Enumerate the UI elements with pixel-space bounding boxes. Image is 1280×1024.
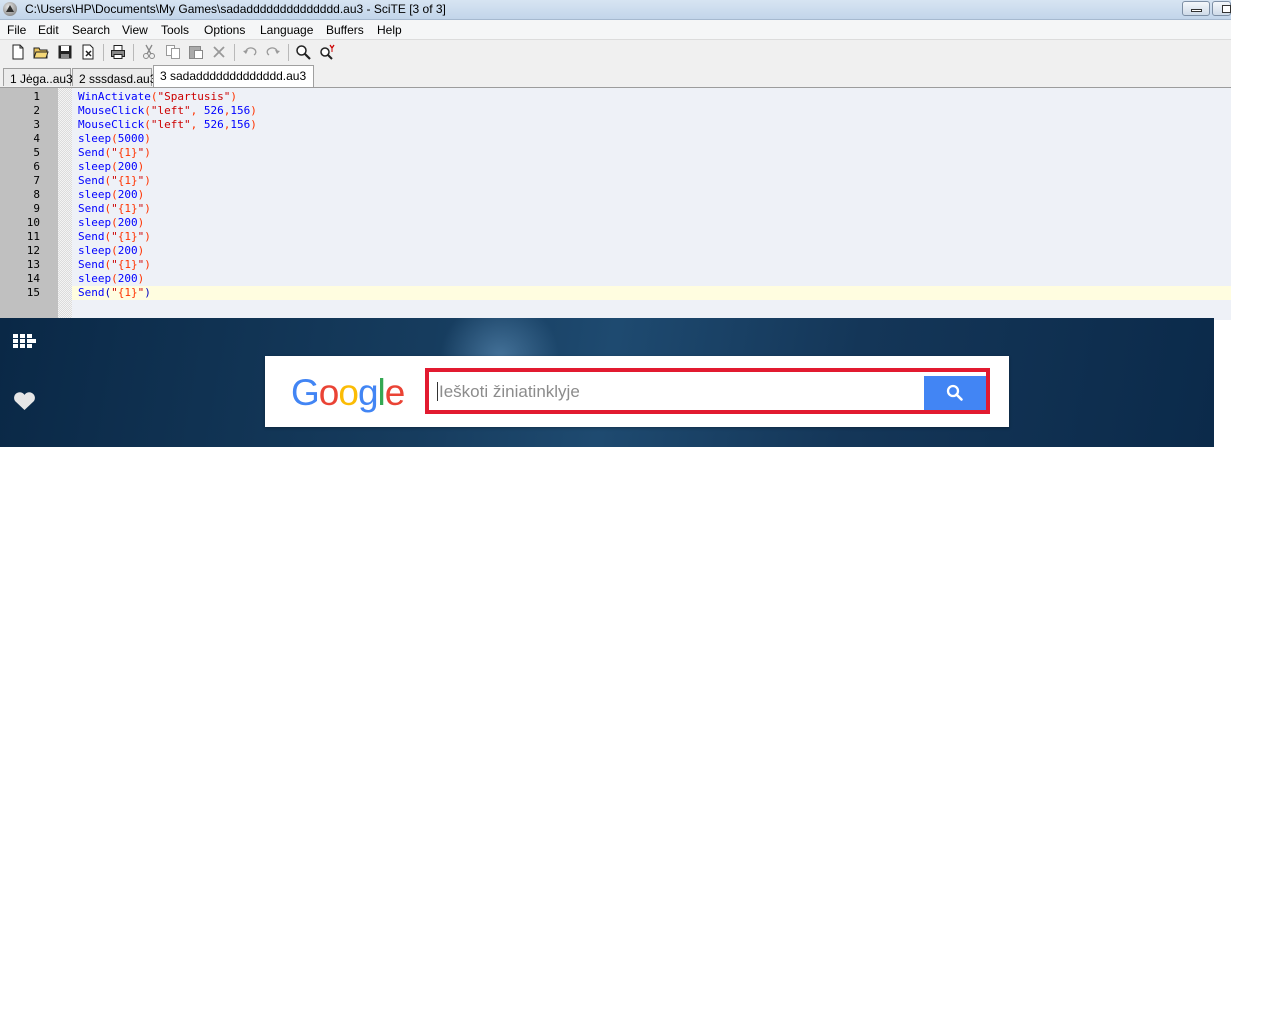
- menu-options[interactable]: Options: [204, 23, 245, 37]
- code-line[interactable]: sleep(200): [78, 244, 144, 258]
- line-number: 10: [26, 216, 40, 229]
- apps-grid-icon[interactable]: [13, 334, 36, 351]
- code-line[interactable]: sleep(200): [78, 188, 144, 202]
- new-file-icon[interactable]: [10, 44, 26, 60]
- open-folder-icon[interactable]: [33, 44, 49, 60]
- line-number: 15: [26, 286, 40, 299]
- print-icon[interactable]: [110, 44, 126, 60]
- menu-edit[interactable]: Edit: [38, 23, 59, 37]
- line-number: 1: [33, 90, 40, 103]
- code-line[interactable]: WinActivate("Spartusis"): [78, 90, 237, 104]
- search-button[interactable]: [924, 376, 986, 410]
- copy-icon[interactable]: [165, 44, 181, 60]
- menu-tools[interactable]: Tools: [161, 23, 189, 37]
- code-line[interactable]: sleep(200): [78, 272, 144, 286]
- cut-icon[interactable]: [141, 44, 157, 60]
- menu-file[interactable]: File: [7, 23, 26, 37]
- find-icon[interactable]: [295, 44, 311, 60]
- code-line[interactable]: sleep(200): [78, 216, 144, 230]
- line-number: 11: [26, 230, 40, 243]
- delete-icon[interactable]: [211, 44, 227, 60]
- fold-margin[interactable]: [58, 88, 72, 320]
- replace-icon[interactable]: [319, 44, 335, 60]
- text-caret: [437, 382, 438, 401]
- menu-bar: File Edit Search View Tools Options Lang…: [0, 20, 1231, 40]
- search-input[interactable]: [437, 376, 924, 408]
- heart-icon[interactable]: [13, 392, 36, 414]
- line-number: 9: [33, 202, 40, 215]
- line-number: 4: [33, 132, 40, 145]
- toolbar-separator: [288, 44, 289, 61]
- browser-new-tab-page: Google: [0, 318, 1214, 447]
- paste-icon[interactable]: [188, 44, 204, 60]
- tab-1[interactable]: 1 Jėga..au3: [3, 68, 73, 86]
- line-number: 2: [33, 104, 40, 117]
- menu-search[interactable]: Search: [72, 23, 110, 37]
- toolbar-separator: [103, 44, 104, 61]
- code-line[interactable]: sleep(200): [78, 160, 144, 174]
- maximize-icon: [1222, 5, 1231, 13]
- toolbar-separator: [234, 44, 235, 61]
- undo-icon[interactable]: [242, 44, 258, 60]
- maximize-button[interactable]: [1212, 1, 1231, 16]
- line-number: 12: [26, 244, 40, 257]
- minimize-icon: [1191, 9, 1202, 12]
- code-line[interactable]: sleep(5000): [78, 132, 151, 146]
- line-number: 5: [33, 146, 40, 159]
- code-line[interactable]: Send("{1}"): [78, 202, 151, 216]
- line-number: 8: [33, 188, 40, 201]
- window-title: C:\Users\HP\Documents\My Games\sadaddddd…: [25, 2, 446, 16]
- code-line[interactable]: MouseClick("left", 526,156): [78, 118, 257, 132]
- toolbar: [0, 40, 1231, 66]
- code-line[interactable]: MouseClick("left", 526,156): [78, 104, 257, 118]
- save-icon[interactable]: [57, 44, 73, 60]
- minimize-button[interactable]: [1182, 1, 1210, 16]
- scite-window: C:\Users\HP\Documents\My Games\sadaddddd…: [0, 0, 1231, 320]
- menu-help[interactable]: Help: [377, 23, 402, 37]
- line-number: 13: [26, 258, 40, 271]
- search-card: Google: [265, 356, 1009, 427]
- code-line[interactable]: Send("{1}"): [78, 258, 151, 272]
- tab-2[interactable]: 2 sssdasd.au3: [72, 68, 156, 86]
- code-editor[interactable]: 1 2 3 4 5 6 7 8 9 10 11 12 13 14 15 WinA…: [0, 88, 1231, 320]
- code-line[interactable]: Send("{1}"): [78, 174, 151, 188]
- menu-view[interactable]: View: [122, 23, 148, 37]
- close-file-icon[interactable]: [80, 44, 96, 60]
- current-line-highlight: [72, 286, 1231, 300]
- title-bar[interactable]: C:\Users\HP\Documents\My Games\sadaddddd…: [0, 0, 1231, 20]
- code-line[interactable]: Send("{1}"): [78, 286, 151, 300]
- scite-app-icon[interactable]: [3, 2, 17, 16]
- line-number: 14: [26, 272, 40, 285]
- redo-icon[interactable]: [265, 44, 281, 60]
- tab-3-active[interactable]: 3 sadaddddddddddddd.au3: [153, 65, 314, 87]
- code-line[interactable]: Send("{1}"): [78, 230, 151, 244]
- code-line[interactable]: Send("{1}"): [78, 146, 151, 160]
- line-number: 3: [33, 118, 40, 131]
- menu-language[interactable]: Language: [260, 23, 313, 37]
- buffer-tabs: 1 Jėga..au3 2 sssdasd.au3 3 sadadddddddd…: [0, 65, 1231, 88]
- menu-buffers[interactable]: Buffers: [326, 23, 364, 37]
- line-number: 6: [33, 160, 40, 173]
- toolbar-separator: [133, 44, 134, 61]
- google-logo: Google: [291, 372, 405, 413]
- search-icon: [946, 384, 963, 401]
- line-number: 7: [33, 174, 40, 187]
